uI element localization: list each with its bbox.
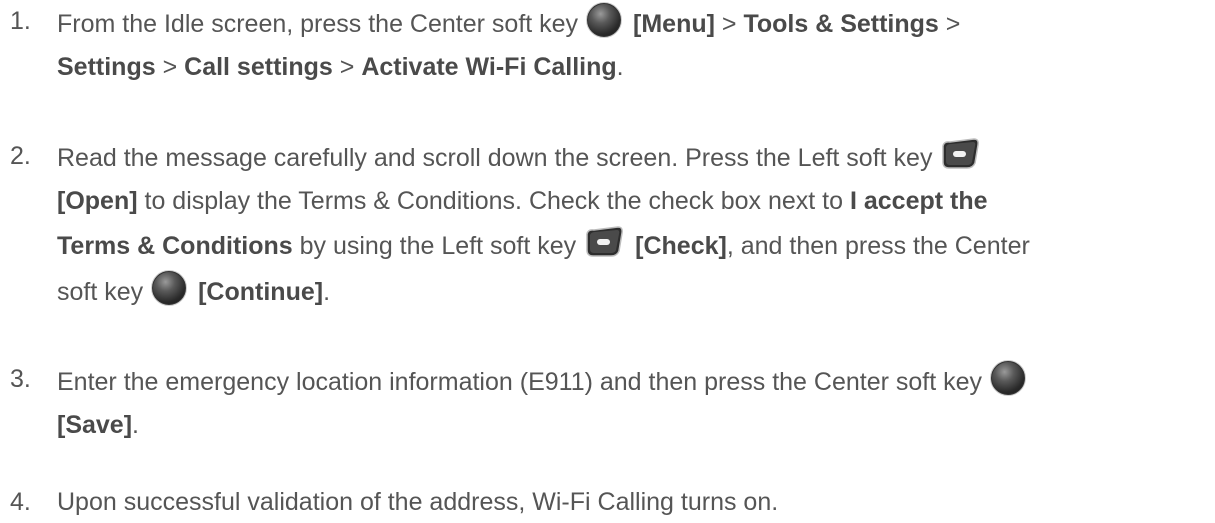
activate-wifi-calling-label: Activate Wi-Fi Calling bbox=[361, 53, 617, 81]
center-soft-key-icon bbox=[151, 270, 188, 306]
step-line: Settings > Call settings > Activate Wi-F… bbox=[57, 48, 1207, 86]
step-line: Enter the emergency location information… bbox=[57, 360, 1207, 401]
open-label: [Open] bbox=[57, 187, 138, 215]
i-accept-label: I accept the bbox=[849, 187, 988, 215]
step-line: Read the message carefully and scroll do… bbox=[57, 137, 1207, 177]
terms-conditions-label: Terms & Conditions bbox=[57, 232, 293, 260]
center-soft-key-icon bbox=[586, 2, 623, 38]
period: . bbox=[323, 278, 331, 306]
step-number: 3. bbox=[10, 365, 31, 393]
continue-label: [Continue] bbox=[198, 278, 324, 306]
separator: > bbox=[721, 10, 737, 38]
step-number: 1. bbox=[10, 7, 31, 35]
step-line: soft key [Continue]. bbox=[57, 270, 1207, 311]
text-run: soft key bbox=[57, 278, 144, 306]
separator: > bbox=[162, 53, 178, 81]
text-run: Enter the emergency location information… bbox=[57, 368, 983, 396]
separator: > bbox=[339, 53, 355, 81]
period: . bbox=[132, 411, 139, 439]
left-soft-key-icon bbox=[942, 138, 980, 169]
left-soft-key-icon bbox=[586, 226, 624, 257]
step-number: 2. bbox=[10, 142, 31, 170]
separator: > bbox=[945, 10, 961, 38]
step-number: 4. bbox=[10, 488, 31, 516]
tools-settings-label: Tools & Settings bbox=[743, 10, 939, 38]
check-label: [Check] bbox=[635, 232, 727, 260]
step-line: Upon successful validation of the addres… bbox=[57, 483, 1207, 521]
text-run: Upon successful validation of the addres… bbox=[57, 488, 779, 516]
save-label: [Save] bbox=[57, 411, 133, 439]
step-line: From the Idle screen, press the Center s… bbox=[57, 2, 1207, 43]
text-run: , and then press the Center bbox=[726, 232, 1030, 260]
step-text: Read the message carefully and scroll do… bbox=[57, 137, 1207, 311]
call-settings-label: Call settings bbox=[184, 53, 333, 81]
step-line: Terms & Conditions by using the Left sof… bbox=[57, 225, 1207, 265]
settings-label: Settings bbox=[57, 53, 156, 81]
step-text: Enter the emergency location information… bbox=[57, 360, 1207, 444]
text-run: From the Idle screen, press the Center s… bbox=[57, 10, 579, 38]
text-run: by using the Left soft key bbox=[299, 232, 577, 260]
menu-label: [Menu] bbox=[633, 10, 715, 38]
center-soft-key-icon bbox=[990, 360, 1027, 396]
text-run: to display the Terms & Conditions. Check… bbox=[144, 187, 844, 215]
text-run: Read the message carefully and scroll do… bbox=[57, 144, 933, 172]
period: . bbox=[616, 53, 624, 81]
step-text: From the Idle screen, press the Center s… bbox=[57, 2, 1207, 86]
step-line: [Save]. bbox=[57, 406, 1207, 444]
step-text: Upon successful validation of the addres… bbox=[57, 483, 1207, 521]
step-line: [Open] to display the Terms & Conditions… bbox=[57, 182, 1207, 220]
